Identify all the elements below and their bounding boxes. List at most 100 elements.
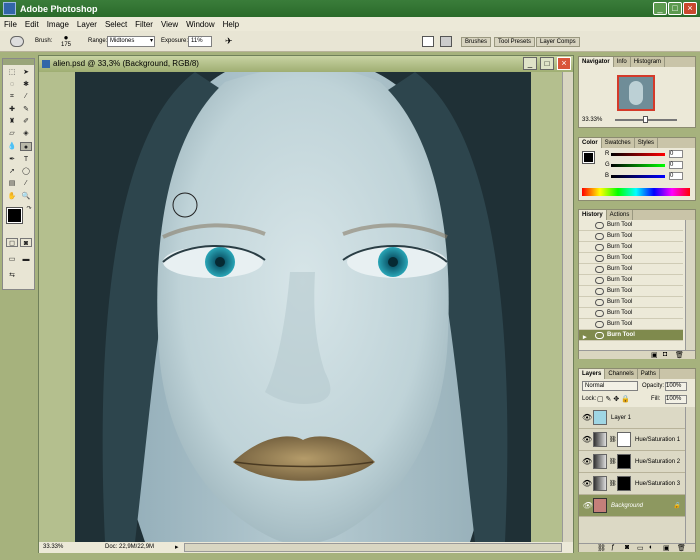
tab-history[interactable]: History xyxy=(579,210,607,220)
horizontal-scrollbar[interactable] xyxy=(184,543,562,552)
burn-tool-icon[interactable]: ● xyxy=(20,142,32,151)
new-document-icon[interactable]: ▣ xyxy=(651,351,658,359)
history-item[interactable]: Burn Tool xyxy=(579,286,683,297)
navigator-thumbnail[interactable] xyxy=(617,75,655,111)
layer-row-selected[interactable]: 👁 Background 🔒 xyxy=(579,495,685,517)
eye-icon[interactable]: 👁 xyxy=(582,429,592,451)
swap-colors-icon[interactable]: ↷ xyxy=(23,205,35,214)
menu-file[interactable]: File xyxy=(0,20,21,29)
history-item[interactable]: Burn Tool xyxy=(579,220,683,231)
add-mask-icon[interactable]: ◙ xyxy=(625,544,629,551)
history-item[interactable]: Burn Tool xyxy=(579,275,683,286)
layer-mask-thumbnail[interactable] xyxy=(617,476,631,491)
color-foreground-swatch[interactable] xyxy=(582,151,595,164)
fill-field[interactable]: 100% xyxy=(665,395,687,404)
status-menu-icon[interactable]: ▸ xyxy=(175,542,179,553)
delete-layer-icon[interactable]: 🗑 xyxy=(677,544,686,552)
new-layer-icon[interactable]: ▣ xyxy=(663,544,670,552)
eraser-tool-icon[interactable]: ▱ xyxy=(6,129,18,138)
tab-styles[interactable]: Styles xyxy=(635,138,659,148)
new-adjustment-icon[interactable]: ◐ xyxy=(649,544,653,551)
tab-layers[interactable]: Layers xyxy=(579,369,606,379)
layer-mask-thumbnail[interactable] xyxy=(617,454,631,469)
tab-histogram[interactable]: Histogram xyxy=(631,57,666,67)
screen-mode-full-icon[interactable]: ▬ xyxy=(20,255,32,264)
link-layers-icon[interactable]: ⛓ xyxy=(597,544,606,552)
exposure-field[interactable]: 11% xyxy=(188,36,212,47)
history-item-selected[interactable]: ▸ Burn Tool xyxy=(579,330,683,341)
eye-icon[interactable]: 👁 xyxy=(582,451,592,473)
marquee-tool-icon[interactable]: ⬚ xyxy=(6,68,18,77)
blend-mode-select[interactable]: Normal xyxy=(582,381,638,391)
clone-stamp-icon[interactable]: ♜ xyxy=(6,117,18,126)
zoom-slider-thumb[interactable] xyxy=(643,116,648,123)
history-item[interactable]: Burn Tool xyxy=(579,242,683,253)
zoom-level[interactable]: 33.33% xyxy=(43,542,63,553)
doc-minimize-icon[interactable]: _ xyxy=(523,57,537,70)
layers-scrollbar[interactable] xyxy=(685,407,695,545)
history-item[interactable]: Burn Tool xyxy=(579,297,683,308)
airbrush-icon[interactable]: ✈ xyxy=(225,36,237,47)
channel-r-value[interactable]: 0 xyxy=(669,150,683,158)
menu-edit[interactable]: Edit xyxy=(21,20,43,29)
menu-layer[interactable]: Layer xyxy=(73,20,101,29)
vertical-scrollbar[interactable] xyxy=(562,72,573,542)
history-item[interactable]: Burn Tool xyxy=(579,231,683,242)
tab-tool-presets[interactable]: Tool Presets xyxy=(494,37,536,47)
palette-well-icon[interactable] xyxy=(440,36,452,47)
new-snapshot-icon[interactable]: ◘ xyxy=(663,351,667,358)
history-item[interactable]: Burn Tool xyxy=(579,319,683,330)
channel-g-value[interactable]: 0 xyxy=(669,161,683,169)
layer-row[interactable]: 👁 ⛓ Hue/Saturation 2 xyxy=(579,451,685,473)
lock-icons[interactable]: ▢ ✎ ✥ 🔒 xyxy=(597,395,630,403)
layer-row[interactable]: 👁 Layer 1 xyxy=(579,407,685,429)
healing-brush-icon[interactable]: ✚ xyxy=(6,105,18,114)
channel-b-slider[interactable] xyxy=(611,175,665,178)
path-selection-icon[interactable]: ➚ xyxy=(6,167,18,176)
quick-mask-icon[interactable]: ◙ xyxy=(20,238,32,247)
lasso-tool-icon[interactable]: ◌ xyxy=(6,80,18,89)
new-group-icon[interactable]: ▭ xyxy=(637,544,644,552)
layer-style-icon[interactable]: ƒ xyxy=(611,544,615,551)
zoom-tool-icon[interactable]: 🔍 xyxy=(20,192,32,201)
trash-icon[interactable]: 🗑 xyxy=(675,351,684,359)
brush-picker[interactable]: ● 175 xyxy=(58,34,74,49)
shape-tool-icon[interactable]: ◯ xyxy=(20,167,32,176)
jump-to-imageready-icon[interactable]: ⇆ xyxy=(6,271,18,280)
doc-close-icon[interactable]: × xyxy=(557,57,571,70)
pen-tool-icon[interactable]: ✒ xyxy=(6,155,18,164)
doc-maximize-icon[interactable]: □ xyxy=(540,57,554,70)
eyedropper-icon[interactable]: ⁄ xyxy=(20,179,32,188)
close-icon[interactable]: × xyxy=(683,2,697,15)
tab-actions[interactable]: Actions xyxy=(607,210,634,220)
type-tool-icon[interactable]: T xyxy=(20,155,32,164)
magic-wand-icon[interactable]: ✱ xyxy=(20,80,32,89)
move-tool-icon[interactable]: ➤ xyxy=(20,68,32,77)
layer-row[interactable]: 👁 ⛓ Hue/Saturation 1 xyxy=(579,429,685,451)
tab-info[interactable]: Info xyxy=(614,57,631,67)
color-spectrum-ramp[interactable] xyxy=(582,188,690,196)
menu-filter[interactable]: Filter xyxy=(131,20,157,29)
document-title-bar[interactable]: alien.psd @ 33,3% (Background, RGB/8) xyxy=(39,56,573,72)
tab-color[interactable]: Color xyxy=(579,138,602,148)
image-canvas[interactable] xyxy=(75,72,531,542)
toolbox-grip[interactable] xyxy=(3,59,34,65)
tab-paths[interactable]: Paths xyxy=(638,369,661,379)
menu-image[interactable]: Image xyxy=(43,20,73,29)
crop-tool-icon[interactable]: ⌗ xyxy=(6,92,18,101)
hand-tool-icon[interactable]: ✋ xyxy=(6,192,18,201)
screen-mode-standard-icon[interactable]: ▭ xyxy=(6,255,18,264)
menu-select[interactable]: Select xyxy=(101,20,131,29)
history-brush-icon[interactable]: ✐ xyxy=(20,117,32,126)
tab-brushes[interactable]: Brushes xyxy=(461,37,492,47)
history-item[interactable]: Burn Tool xyxy=(579,308,683,319)
menu-window[interactable]: Window xyxy=(182,20,218,29)
blur-tool-icon[interactable]: 💧 xyxy=(6,142,18,151)
file-browser-icon[interactable] xyxy=(422,36,434,47)
brush-tool-icon[interactable]: ✎ xyxy=(20,105,32,114)
menu-help[interactable]: Help xyxy=(219,20,243,29)
notes-tool-icon[interactable]: ▤ xyxy=(6,179,18,188)
history-item[interactable]: Burn Tool xyxy=(579,264,683,275)
tab-channels[interactable]: Channels xyxy=(605,369,638,379)
minimize-icon[interactable]: _ xyxy=(653,2,667,15)
